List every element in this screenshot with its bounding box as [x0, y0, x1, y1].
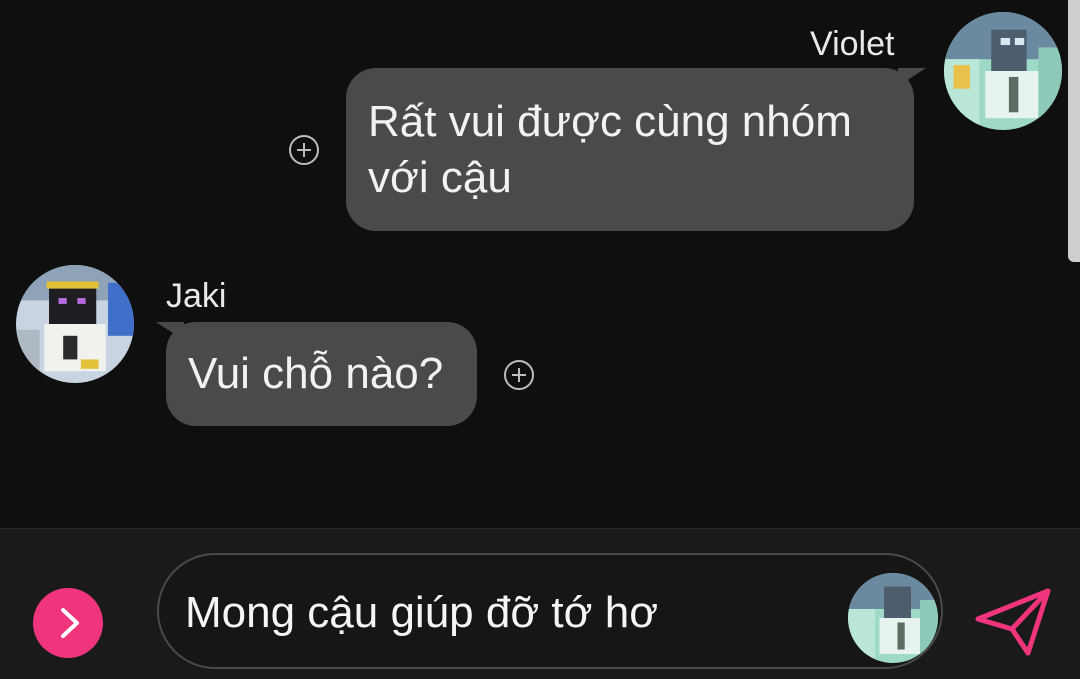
sender-name-violet: Violet: [810, 25, 895, 63]
expand-menu-button[interactable]: [33, 588, 103, 658]
send-button[interactable]: [972, 585, 1056, 659]
message-input[interactable]: Mong cậu giúp đỡ tớ hơ: [157, 553, 943, 669]
add-reaction-icon[interactable]: [504, 360, 534, 390]
bubble-tail: [898, 68, 926, 86]
chevron-right-icon: [61, 608, 79, 638]
message-bubble-violet[interactable]: Rất vui được cùng nhóm với cậu: [346, 68, 914, 231]
sender-name-jaki: Jaki: [166, 277, 227, 315]
avatar-violet-image: [944, 12, 1062, 130]
message-text-line: với cậu: [368, 153, 512, 202]
bubble-tail: [156, 322, 184, 340]
scrollbar[interactable]: [1068, 0, 1080, 262]
message-text-line: Vui chỗ nào?: [188, 349, 444, 398]
avatar-violet[interactable]: [944, 12, 1062, 130]
avatar-jaki[interactable]: [16, 265, 134, 383]
avatar-self-image: [848, 573, 938, 663]
add-reaction-icon[interactable]: [289, 135, 319, 165]
chat-screen: Violet Rất vui được cùng nhóm với cậu Ja…: [0, 0, 1080, 679]
message-composer: Mong cậu giúp đỡ tớ hơ: [0, 528, 1080, 679]
message-input-text[interactable]: Mong cậu giúp đỡ tớ hơ: [185, 587, 658, 639]
paper-plane-icon: [975, 588, 1051, 656]
message-list[interactable]: Violet Rất vui được cùng nhóm với cậu Ja…: [0, 0, 1080, 528]
message-text-line: Rất vui được cùng nhóm: [368, 97, 852, 146]
message-bubble-jaki[interactable]: Vui chỗ nào?: [166, 322, 477, 426]
avatar-self[interactable]: [848, 573, 938, 663]
avatar-jaki-image: [16, 265, 134, 383]
